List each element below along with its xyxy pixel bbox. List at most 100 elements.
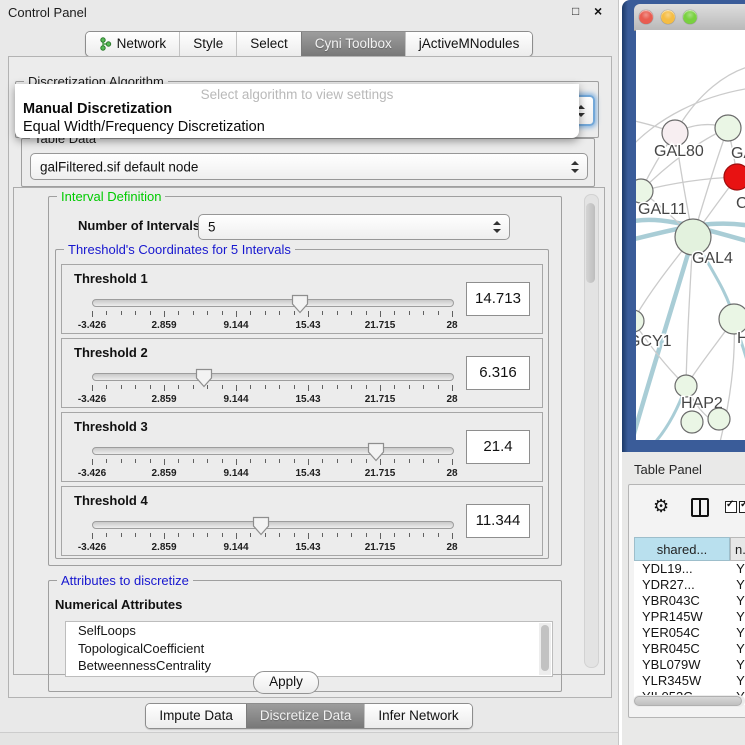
- table-row[interactable]: YLR345WYLR345W: [634, 673, 745, 689]
- slider-thumb[interactable]: [291, 294, 309, 314]
- table-column-header-n-[interactable]: n...: [730, 537, 745, 561]
- attribute-item-selfloops[interactable]: SelfLoops: [66, 622, 552, 640]
- app-root: Control Panel □ × NetworkStyleSelectCyni…: [0, 0, 745, 745]
- slider-tick: [366, 311, 367, 315]
- threshold-slider[interactable]: -3.4262.8599.14415.4321.71528: [92, 513, 452, 553]
- settings-vertical-scrollbar[interactable]: [584, 194, 599, 668]
- tab-infer-network[interactable]: Infer Network: [364, 704, 471, 728]
- split-view-icon[interactable]: [691, 498, 709, 517]
- table-data-combobox[interactable]: galFiltered.sif default node: [30, 153, 588, 180]
- slider-tick: [92, 533, 93, 539]
- table-horizontal-scrollbar[interactable]: [633, 695, 745, 707]
- tab-select[interactable]: Select: [236, 32, 301, 56]
- slider-tick: [322, 311, 323, 315]
- network-node-hap2[interactable]: [675, 375, 697, 397]
- network-node[interactable]: [681, 411, 703, 433]
- network-node-label: GAL11: [638, 201, 687, 218]
- close-window-button[interactable]: [639, 10, 653, 24]
- slider-tick: [279, 459, 280, 463]
- slider-tick: [150, 311, 151, 315]
- dropdown-option-equal-width-frequency-discretization[interactable]: Equal Width/Frequency Discretization: [23, 119, 265, 135]
- attribute-item-topologicalcoefficient[interactable]: TopologicalCoefficient: [66, 640, 552, 658]
- scrollbar-thumb[interactable]: [541, 625, 549, 671]
- tab-impute-data[interactable]: Impute Data: [146, 704, 246, 728]
- network-node-ga[interactable]: [715, 115, 741, 141]
- threshold-value-field[interactable]: 6.316: [466, 356, 530, 390]
- table-row[interactable]: YBR045CYBR045C: [634, 641, 745, 657]
- attribute-items: SelfLoopsTopologicalCoefficientBetweenne…: [66, 622, 552, 675]
- minimize-window-button[interactable]: [661, 10, 675, 24]
- close-panel-icon[interactable]: ×: [594, 3, 602, 19]
- slider-tick: [121, 311, 122, 315]
- network-node-c[interactable]: [724, 164, 745, 190]
- network-edge[interactable]: [641, 177, 737, 191]
- slider-thumb[interactable]: [252, 516, 270, 536]
- slider-tick: [337, 311, 338, 315]
- slider-tick: [207, 459, 208, 463]
- threshold-value-field[interactable]: 11.344: [466, 504, 530, 538]
- slider-tick: [222, 459, 223, 463]
- slider-tick: [409, 311, 410, 315]
- network-node[interactable]: [708, 408, 730, 430]
- slider-track[interactable]: [92, 447, 454, 455]
- slider-tick-label: 9.144: [223, 320, 248, 331]
- slider-track[interactable]: [92, 373, 454, 381]
- table-row[interactable]: YDL19...YDL19...: [634, 561, 745, 577]
- slider-tick: [265, 459, 266, 463]
- list-vertical-scrollbar[interactable]: [539, 623, 551, 675]
- scrollbar-thumb[interactable]: [586, 203, 595, 283]
- slider-tick-label: 28: [446, 542, 457, 553]
- threshold-value-field[interactable]: 21.4: [466, 430, 530, 464]
- slider-tick: [322, 385, 323, 389]
- slider-thumb[interactable]: [367, 442, 385, 462]
- table-row[interactable]: YBR043CYBR043C: [634, 593, 745, 609]
- checkbox-checked-icon[interactable]: [739, 501, 745, 513]
- table-row[interactable]: YPR145WYPR145W: [634, 609, 745, 625]
- tab-jactivemnodules[interactable]: jActiveMNodules: [405, 32, 533, 56]
- table-column-header-shared-[interactable]: shared...: [634, 537, 730, 561]
- zoom-window-button[interactable]: [683, 10, 697, 24]
- slider-tick: [92, 459, 93, 465]
- number-of-intervals-value: 5: [208, 220, 216, 235]
- table-cell-shared-name: YDL19...: [634, 561, 726, 577]
- table-cell-shared-name: YDR27...: [634, 577, 726, 593]
- network-canvas[interactable]: GAL80GACGAL11GAL4GCY1HHAP2: [636, 30, 745, 440]
- slider-tick: [351, 533, 352, 537]
- threshold-slider[interactable]: -3.4262.8599.14415.4321.71528: [92, 365, 452, 405]
- table-row[interactable]: YBL079WYBL079W: [634, 657, 745, 673]
- table-row[interactable]: YDR27...YDR27...: [634, 577, 745, 593]
- slider-track[interactable]: [92, 521, 454, 529]
- tab-discretize-data[interactable]: Discretize Data: [246, 704, 365, 728]
- slider-tick-label: 9.144: [223, 468, 248, 479]
- slider-tick-label: 9.144: [223, 394, 248, 405]
- apply-button[interactable]: Apply: [253, 671, 319, 694]
- network-node-label: GCY1: [636, 333, 672, 350]
- gear-icon[interactable]: ⚙: [653, 496, 669, 517]
- threshold-value-field[interactable]: 14.713: [466, 282, 530, 316]
- threshold-slider[interactable]: -3.4262.8599.14415.4321.71528: [92, 439, 452, 479]
- thresholds-group-title: Threshold's Coordinates for 5 Intervals: [64, 242, 295, 257]
- checkbox-checked-icon[interactable]: [725, 501, 737, 513]
- network-edge[interactable]: [636, 321, 686, 386]
- tab-network[interactable]: Network: [86, 32, 180, 56]
- tab-cyni-toolbox[interactable]: Cyni Toolbox: [301, 32, 405, 56]
- table-header-row: shared...n...: [634, 537, 745, 561]
- threshold-slider[interactable]: -3.4262.8599.14415.4321.71528: [92, 291, 452, 331]
- network-node-gcy1[interactable]: [636, 310, 644, 332]
- number-of-intervals-combobox[interactable]: 5: [198, 214, 510, 240]
- slider-track[interactable]: [92, 299, 454, 307]
- scrollbar-thumb[interactable]: [634, 696, 742, 706]
- float-window-icon[interactable]: □: [572, 4, 579, 18]
- slider-tick: [308, 459, 309, 465]
- slider-thumb[interactable]: [195, 368, 213, 388]
- tab-label: Impute Data: [159, 704, 233, 728]
- table-row[interactable]: YER054CYER054C: [634, 625, 745, 641]
- network-node-label: C: [736, 195, 745, 212]
- slider-tick: [337, 459, 338, 463]
- numerical-attributes-list[interactable]: SelfLoopsTopologicalCoefficientBetweenne…: [65, 621, 553, 677]
- tab-style[interactable]: Style: [179, 32, 236, 56]
- slider-tick: [193, 533, 194, 537]
- slider-tick: [337, 385, 338, 389]
- control-panel-title: Control Panel: [8, 5, 87, 20]
- dropdown-option-manual-discretization[interactable]: Manual Discretization: [23, 101, 172, 117]
